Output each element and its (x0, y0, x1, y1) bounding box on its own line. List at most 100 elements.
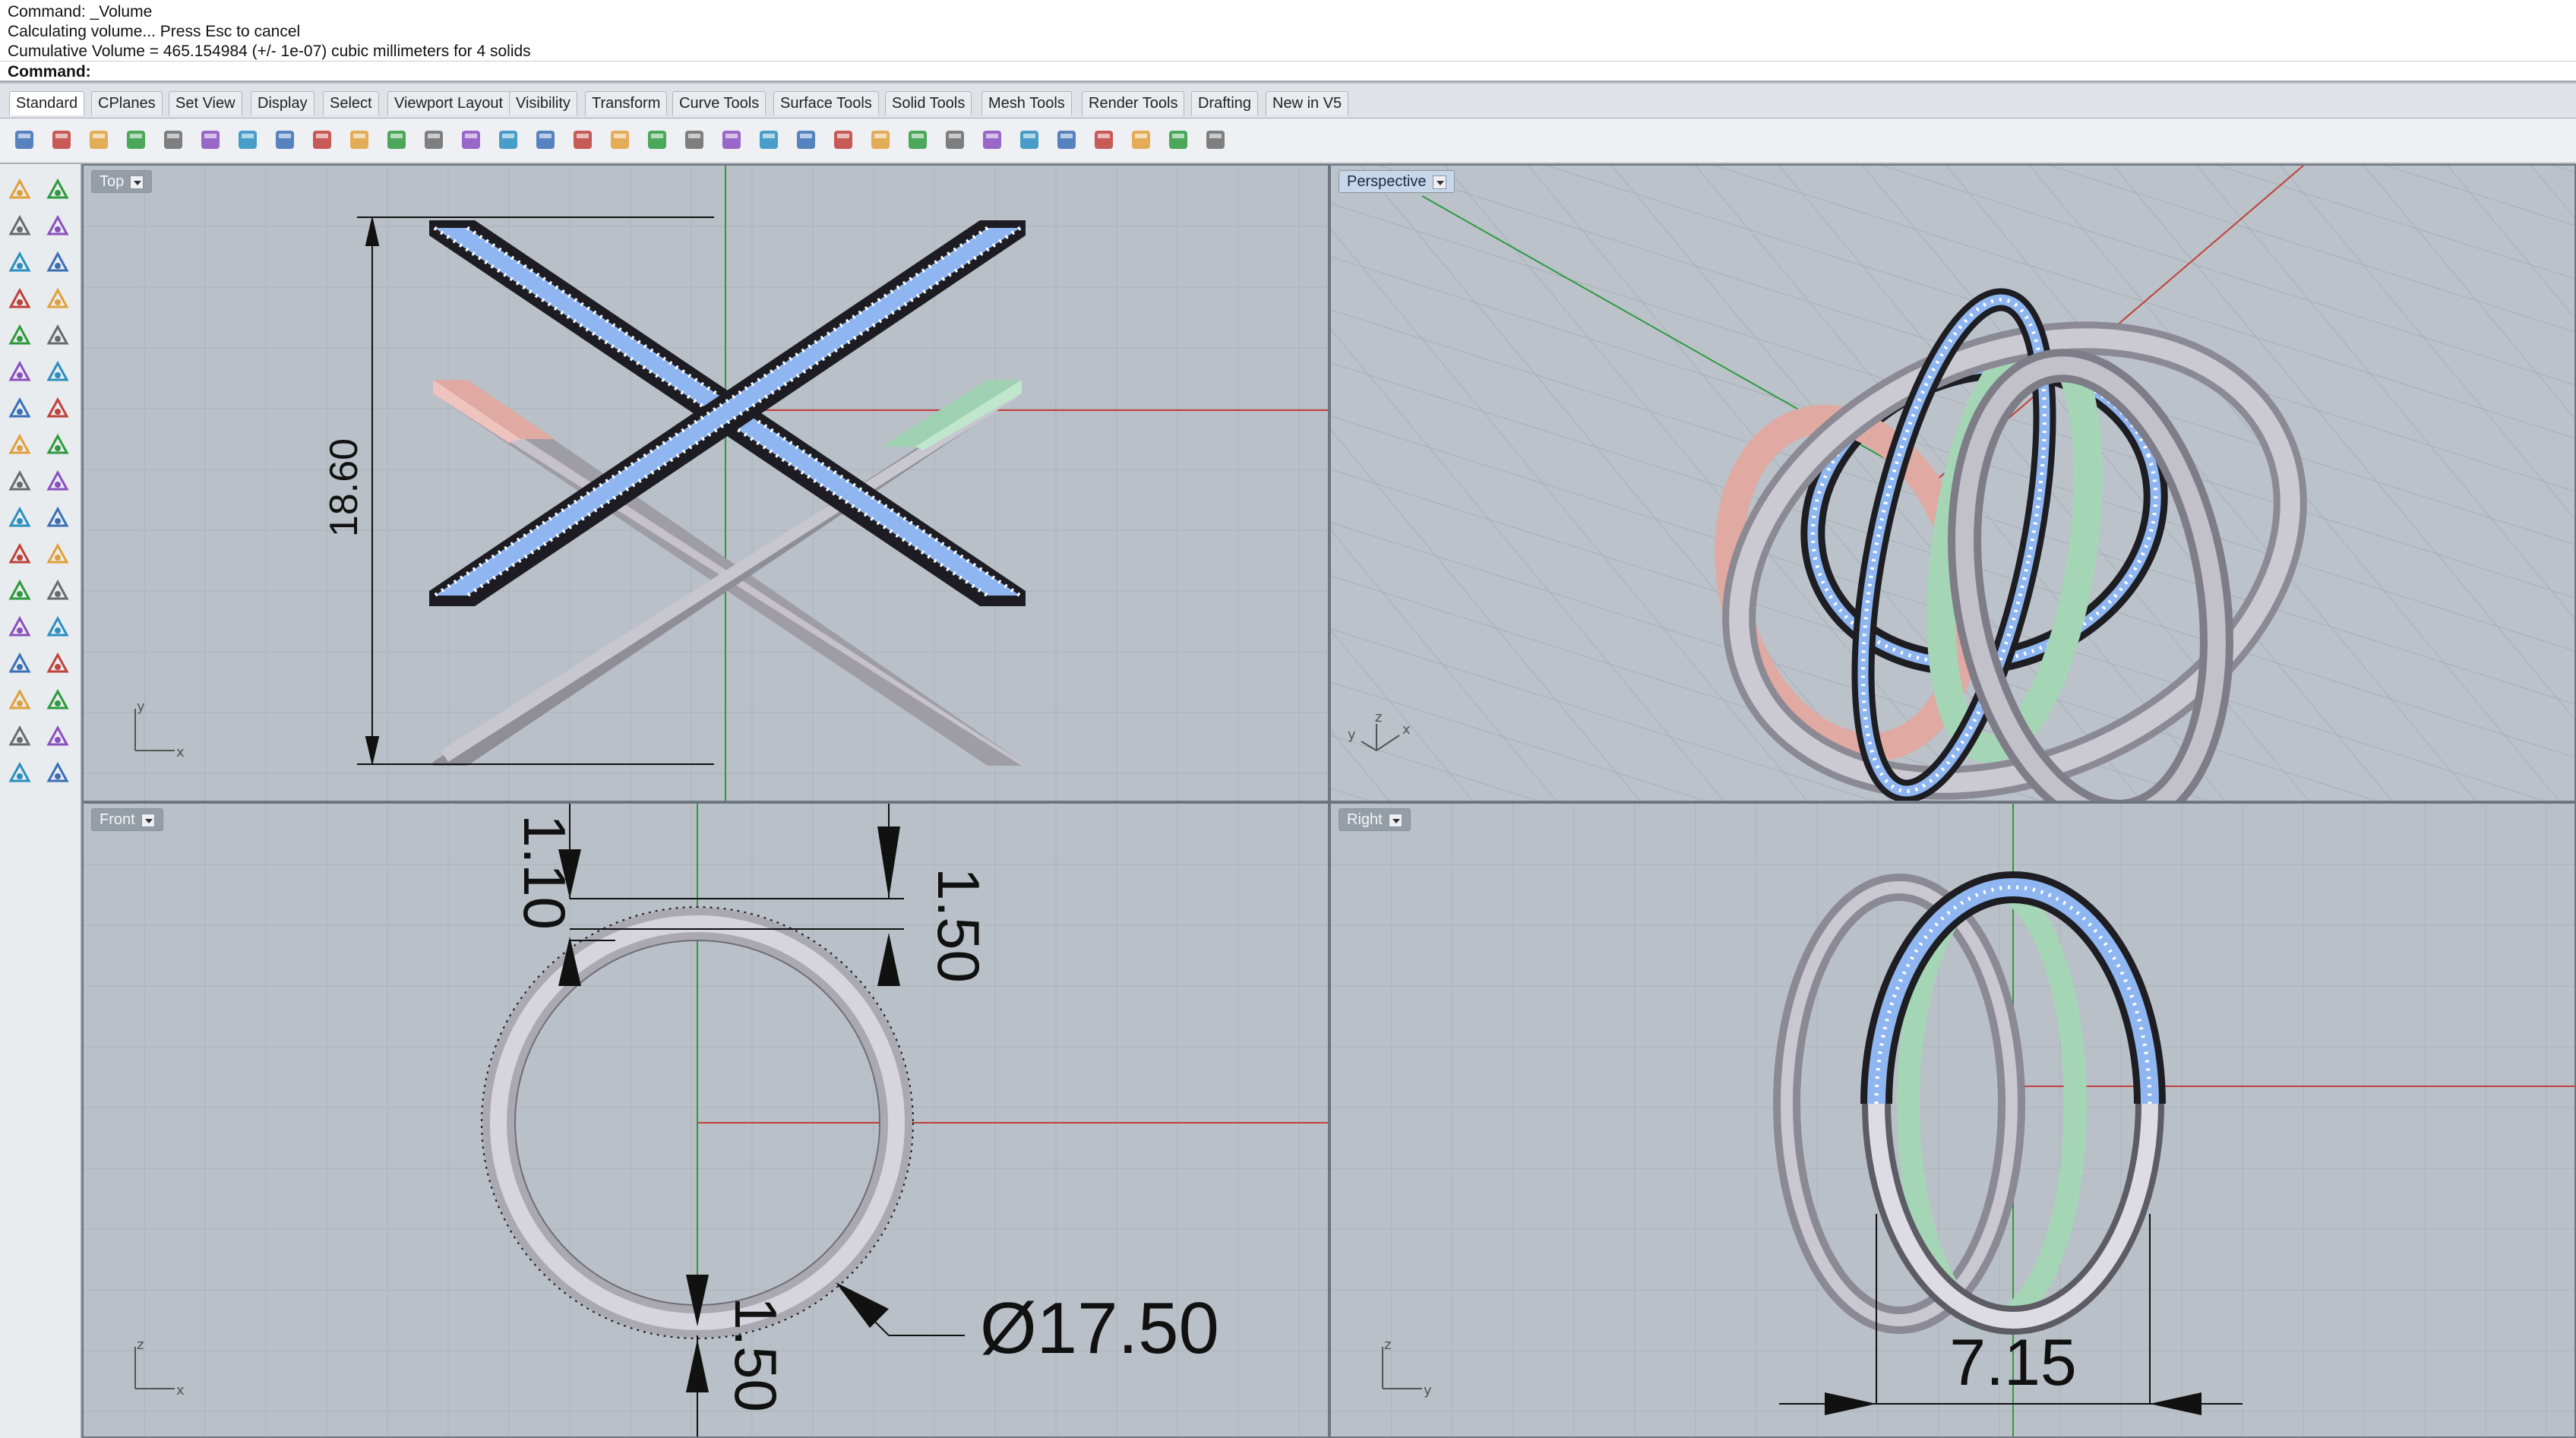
import-icon[interactable] (158, 125, 188, 155)
chevron-down-icon[interactable] (130, 175, 144, 189)
viewport-title-top[interactable]: Top (91, 170, 153, 193)
extrude-icon[interactable] (43, 357, 73, 387)
new-file-icon[interactable] (9, 125, 40, 155)
blue-sphere-icon[interactable] (1051, 125, 1082, 155)
rhino-window: Command: _Volume Calculating volume... P… (0, 0, 2576, 1438)
copy-icon[interactable] (232, 125, 263, 155)
surface-icon[interactable] (43, 430, 73, 460)
render-sphere-icon[interactable] (1014, 125, 1045, 155)
material-icon[interactable] (1089, 125, 1119, 155)
tab-select[interactable]: Select (323, 91, 379, 115)
standard-toolbar (0, 119, 2576, 164)
viewport-title-right[interactable]: Right (1339, 808, 1411, 831)
render-icon[interactable] (5, 758, 35, 789)
mesh-icon[interactable] (5, 685, 35, 716)
polar-array-icon[interactable] (5, 649, 35, 679)
open-file-icon[interactable] (46, 125, 77, 155)
dimension-icon[interactable] (1163, 125, 1193, 155)
tab-curve-tools[interactable]: Curve Tools (672, 91, 766, 115)
blend-icon[interactable] (5, 539, 35, 570)
tab-display[interactable]: Display (251, 91, 314, 115)
boolean-icon[interactable] (43, 466, 73, 497)
explode-icon[interactable] (5, 466, 35, 497)
sphere-solid-icon[interactable] (43, 393, 73, 424)
point-icon[interactable] (43, 175, 73, 205)
viewport-title-text: Perspective (1347, 173, 1427, 190)
tab-viewport-layout[interactable]: Viewport Layout (387, 91, 510, 115)
tab-new-in-v5[interactable]: New in V5 (1266, 91, 1349, 115)
freeform-icon[interactable] (5, 357, 35, 387)
polygon-icon[interactable] (5, 284, 35, 314)
chevron-down-icon[interactable] (1432, 175, 1446, 189)
rotate-icon[interactable] (567, 125, 598, 155)
zoom-selected-icon[interactable] (530, 125, 561, 155)
viewport-title-front[interactable]: Front (91, 808, 163, 831)
object-snap-icon[interactable] (642, 125, 672, 155)
select-arrow-icon[interactable] (5, 175, 35, 205)
print-icon[interactable] (121, 125, 151, 155)
pan-hand-icon[interactable] (344, 125, 375, 155)
viewport-front[interactable]: 1.10 1.50 1.50 Ø17.50 z x Front (82, 802, 1329, 1438)
viewport-perspective[interactable]: y z x Perspective (1329, 164, 2576, 802)
cylinder-icon[interactable] (5, 430, 35, 460)
tab-standard[interactable]: Standard (9, 91, 85, 115)
tab-cplanes[interactable]: CPlanes (91, 91, 163, 115)
help-icon[interactable] (1200, 125, 1231, 155)
scale-icon[interactable] (43, 576, 73, 606)
shaded-sphere-icon[interactable] (940, 125, 970, 155)
zoom-window-icon[interactable] (456, 125, 486, 155)
ellipse-icon[interactable] (43, 248, 73, 278)
options-gear-icon[interactable] (1126, 125, 1156, 155)
tab-transform[interactable]: Transform (585, 91, 668, 115)
circle-icon[interactable] (5, 248, 35, 278)
check-icon[interactable] (43, 722, 73, 752)
tab-surface-tools[interactable]: Surface Tools (773, 91, 879, 115)
trim-icon[interactable] (43, 503, 73, 533)
viewport-right[interactable]: 7.15 z y Right (1329, 802, 2576, 1438)
arc-icon[interactable] (5, 321, 35, 351)
command-area: Command: _Volume Calculating volume... P… (0, 0, 2576, 82)
grid-icon[interactable] (605, 125, 635, 155)
zoom-icon[interactable] (419, 125, 449, 155)
lock-icon[interactable] (828, 125, 858, 155)
tab-mesh-tools[interactable]: Mesh Tools (981, 91, 1072, 115)
tab-drafting[interactable]: Drafting (1191, 91, 1259, 115)
edit-icon[interactable] (5, 722, 35, 752)
viewport-top[interactable]: 18.60 y x Top (82, 164, 1329, 802)
curve-icon[interactable] (43, 211, 73, 242)
command-input[interactable]: Command: (0, 61, 2576, 82)
show-icon[interactable] (716, 125, 747, 155)
split-icon[interactable] (5, 503, 35, 533)
viewport-title-perspective[interactable]: Perspective (1339, 170, 1455, 193)
chevron-down-icon[interactable] (1388, 813, 1402, 827)
light-paint-icon[interactable] (43, 758, 73, 789)
chevron-down-icon[interactable] (141, 813, 155, 827)
color-wheel-icon[interactable] (902, 125, 933, 155)
layer-icon[interactable] (865, 125, 896, 155)
diameter-label: Ø17.50 (980, 1288, 1219, 1369)
light-icon[interactable] (791, 125, 821, 155)
polyline-icon[interactable] (5, 211, 35, 242)
offset-icon[interactable] (43, 539, 73, 570)
undo-icon[interactable] (307, 125, 337, 155)
rectangle-icon[interactable] (43, 284, 73, 314)
tab-set-view[interactable]: Set View (169, 91, 242, 115)
tab-visibility[interactable]: Visibility (509, 91, 577, 115)
move-icon[interactable] (43, 612, 73, 643)
array-icon[interactable] (5, 612, 35, 643)
tab-solid-tools[interactable]: Solid Tools (885, 91, 972, 115)
analyze-icon[interactable] (43, 685, 73, 716)
box-solid-icon[interactable] (5, 393, 35, 424)
paste-icon[interactable] (270, 125, 300, 155)
fillet-curve-icon[interactable] (43, 321, 73, 351)
tab-render-tools[interactable]: Render Tools (1082, 91, 1185, 115)
text-icon[interactable] (5, 576, 35, 606)
rotate-view-icon[interactable] (381, 125, 412, 155)
rendered-sphere-icon[interactable] (977, 125, 1007, 155)
cplane-icon[interactable] (754, 125, 784, 155)
zoom-extents-icon[interactable] (493, 125, 523, 155)
align-icon[interactable] (43, 649, 73, 679)
save-icon[interactable] (84, 125, 114, 155)
cut-icon[interactable] (195, 125, 226, 155)
hide-icon[interactable] (679, 125, 710, 155)
